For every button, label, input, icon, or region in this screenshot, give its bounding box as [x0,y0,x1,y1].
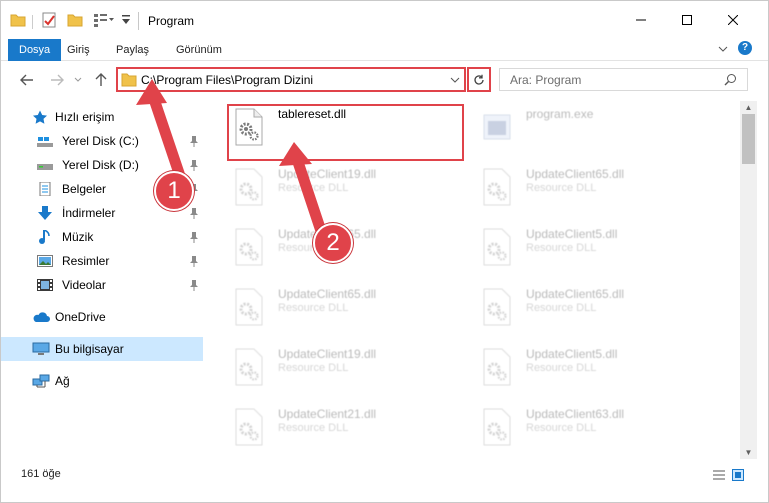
annotation-arrows [136,79,329,243]
step-2-badge: 2 [313,223,353,263]
file-explorer-window: Program Dosya Giriş Paylaş Görünüm ? C:\… [0,0,769,503]
step-1-badge: 1 [154,171,194,211]
